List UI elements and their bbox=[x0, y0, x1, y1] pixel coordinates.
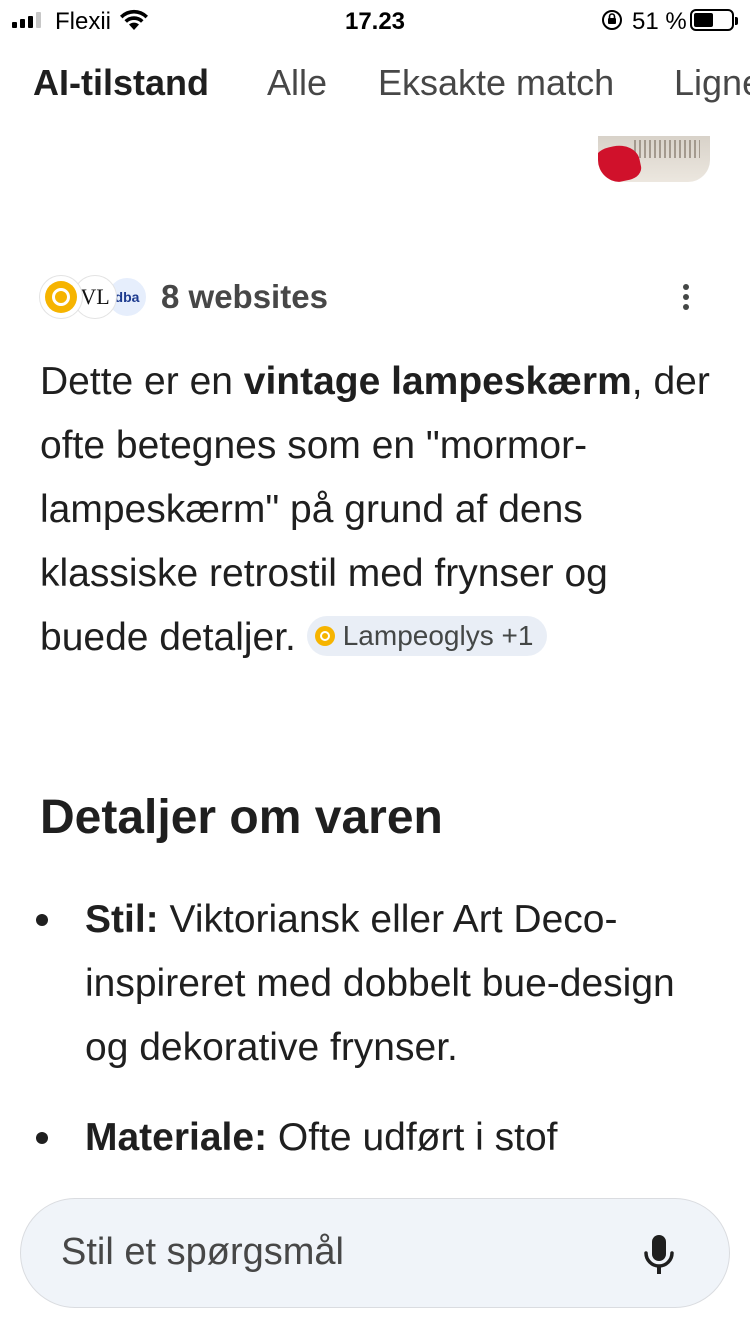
lampeoglys-logo-icon bbox=[40, 276, 82, 318]
details-list: Stil: Viktoriansk eller Art Deco-inspire… bbox=[36, 888, 710, 1196]
orientation-lock-icon bbox=[602, 10, 622, 30]
ask-question-input[interactable]: Stil et spørgsmål bbox=[20, 1198, 730, 1308]
answer-bold-text: vintage lampeskærm bbox=[243, 360, 632, 403]
lampeoglys-logo-icon bbox=[314, 625, 335, 646]
dot-icon bbox=[683, 304, 689, 310]
bullet-icon bbox=[36, 914, 48, 926]
tab-ai-mode[interactable]: AI-tilstand bbox=[33, 62, 209, 104]
tab-similar[interactable]: Lignende bbox=[674, 62, 750, 104]
search-mode-tabs: AI-tilstand Alle Eksakte match Lignende bbox=[0, 62, 750, 118]
sources-count[interactable]: 8 websites bbox=[161, 278, 328, 316]
dot-icon bbox=[683, 284, 689, 290]
ai-answer-paragraph: Dette er en vintage lampeskærm, der ofte… bbox=[40, 350, 710, 670]
list-item-text: Viktoriansk eller Art Deco-inspireret me… bbox=[85, 898, 675, 1069]
more-options-button[interactable] bbox=[670, 280, 702, 314]
lampshade-fringe-detail bbox=[634, 140, 700, 158]
list-item-text: Ofte udført i stof bbox=[267, 1116, 558, 1159]
list-item-label: Stil: bbox=[85, 898, 159, 941]
ask-question-placeholder: Stil et spørgsmål bbox=[61, 1231, 344, 1273]
answer-text: Dette er en bbox=[40, 360, 244, 403]
source-icons[interactable]: VL dba bbox=[40, 276, 148, 318]
query-image-thumbnail[interactable] bbox=[598, 136, 710, 182]
list-item-label: Materiale: bbox=[85, 1116, 268, 1159]
source-chip[interactable]: Lampeoglys +1 bbox=[306, 615, 548, 656]
list-item: Stil: Viktoriansk eller Art Deco-inspire… bbox=[36, 888, 710, 1080]
tab-exact-matches[interactable]: Eksakte match bbox=[378, 62, 614, 104]
source-chip-label: Lampeoglys +1 bbox=[342, 619, 534, 651]
dot-icon bbox=[683, 294, 689, 300]
bullet-icon bbox=[36, 1132, 48, 1144]
section-heading: Detaljer om varen bbox=[40, 791, 443, 844]
microphone-icon[interactable] bbox=[635, 1231, 683, 1279]
answer-text: , der ofte betegnes som en "mormor-lampe… bbox=[40, 360, 710, 659]
tab-all[interactable]: Alle bbox=[267, 62, 327, 104]
battery-icon bbox=[690, 9, 738, 31]
status-bar: Flexii 17.23 51 % bbox=[0, 0, 750, 44]
battery-percentage: 51 % bbox=[632, 8, 687, 35]
